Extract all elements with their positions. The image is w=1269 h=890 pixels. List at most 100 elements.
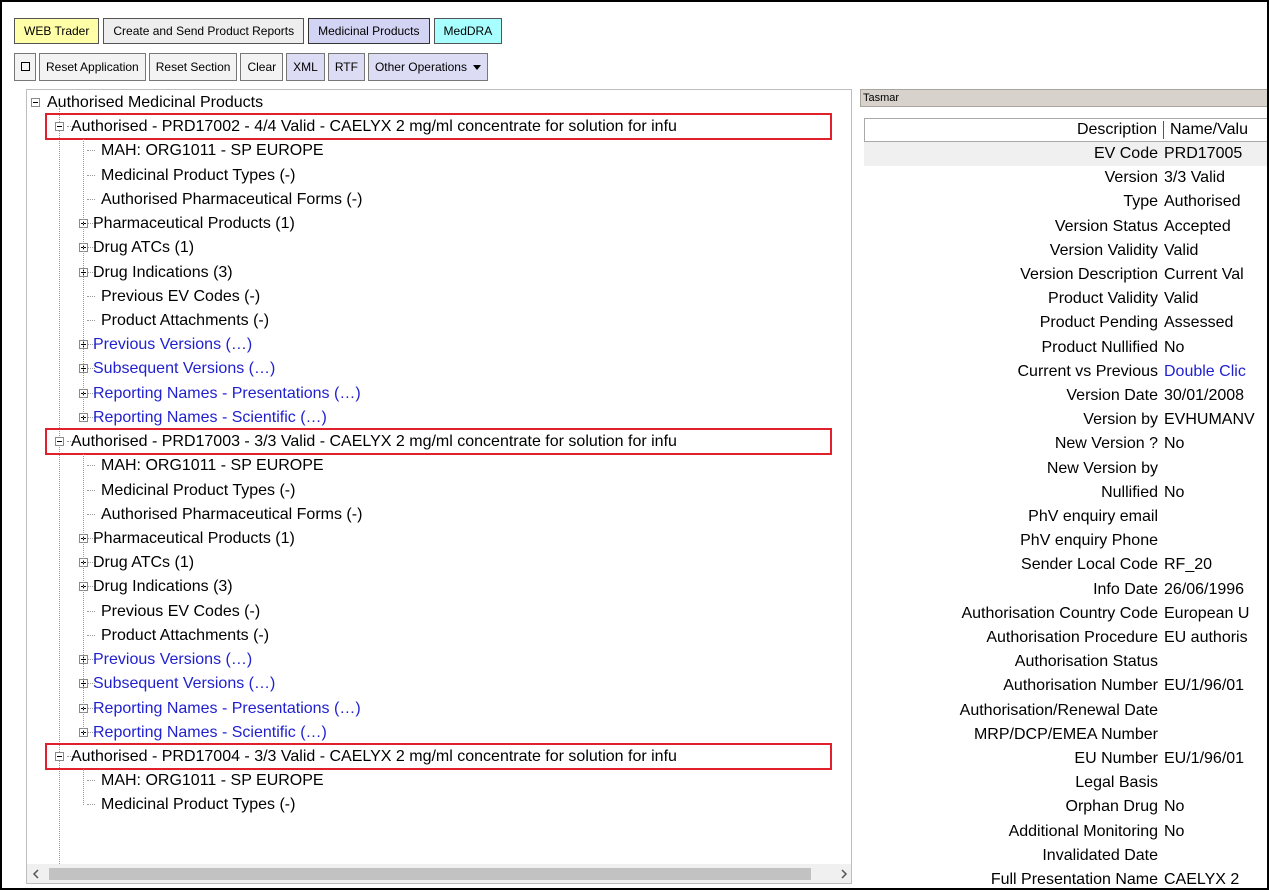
column-separator[interactable] — [1163, 121, 1164, 139]
tree-item[interactable]: Pharmaceutical Products (1) — [27, 527, 851, 551]
property-row[interactable]: Orphan Drug No — [864, 795, 1267, 819]
collapse-minus-icon[interactable] — [55, 122, 64, 131]
tree-item[interactable]: MAH: ORG1011 - SP EUROPE — [27, 139, 851, 163]
collapse-minus-icon[interactable] — [55, 437, 64, 446]
property-row[interactable]: MRP/DCP/EMEA Number — [864, 723, 1267, 747]
property-row[interactable]: EU Number EU/1/96/01 — [864, 747, 1267, 771]
tree-item[interactable]: Previous EV Codes (-) — [27, 600, 851, 624]
property-row[interactable]: Product Pending Assessed — [864, 311, 1267, 335]
tree-item[interactable]: Drug ATCs (1) — [27, 551, 851, 575]
property-row[interactable]: Authorisation Status — [864, 650, 1267, 674]
property-row[interactable]: Legal Basis — [864, 771, 1267, 795]
tree-item[interactable]: MAH: ORG1011 - SP EUROPE — [27, 454, 851, 478]
property-key: New Version ? — [1054, 435, 1158, 452]
tree-item[interactable]: Previous EV Codes (-) — [27, 285, 851, 309]
scroll-left-arrow-icon[interactable] — [31, 869, 41, 879]
collapse-minus-icon[interactable] — [31, 98, 40, 107]
property-value[interactable]: Double Clic — [1164, 360, 1246, 384]
collapse-minus-icon[interactable] — [55, 752, 64, 761]
property-row[interactable]: Current vs Previous Double Clic — [864, 360, 1267, 384]
property-row[interactable]: Type Authorised — [864, 190, 1267, 214]
tree-item[interactable]: Product Attachments (-) — [27, 309, 851, 333]
tree-item-label: Product Attachments (-) — [101, 627, 270, 644]
tree-item[interactable]: Reporting Names - Presentations (…) — [27, 697, 851, 721]
property-row[interactable]: Nullified No — [864, 481, 1267, 505]
property-row[interactable]: PhV enquiry email — [864, 505, 1267, 529]
column-header-description[interactable]: Description — [1077, 119, 1157, 141]
toggle-panel-button[interactable] — [14, 53, 36, 81]
tree-item-label: Drug Indications (3) — [93, 264, 233, 281]
property-row[interactable]: Authorisation Procedure EU authoris — [864, 626, 1267, 650]
property-key: Product Pending — [1039, 314, 1158, 331]
tree-item[interactable]: Previous Versions (…) — [27, 648, 851, 672]
tree-item[interactable]: Medicinal Product Types (-) — [27, 793, 851, 817]
tree-item[interactable]: Drug Indications (3) — [27, 575, 851, 599]
tree-item[interactable]: Authorised Pharmaceutical Forms (-) — [27, 503, 851, 527]
tab-create-send-product-reports[interactable]: Create and Send Product Reports — [103, 18, 305, 44]
tree-item-label: Subsequent Versions (…) — [93, 675, 276, 692]
tree-product-1[interactable]: Authorised - PRD17002 - 4/4 Valid - CAEL… — [27, 115, 851, 139]
horizontal-scrollbar[interactable] — [27, 864, 851, 883]
reset-application-button[interactable]: Reset Application — [39, 53, 146, 81]
tree-item[interactable]: Previous Versions (…) — [27, 333, 851, 357]
property-row[interactable]: Version Validity Valid — [864, 239, 1267, 263]
tree-item[interactable]: Medicinal Product Types (-) — [27, 164, 851, 188]
tree-item[interactable]: Subsequent Versions (…) — [27, 357, 851, 381]
clear-button[interactable]: Clear — [240, 53, 284, 81]
property-row[interactable]: Authorisation Number EU/1/96/01 — [864, 674, 1267, 698]
property-row[interactable]: Version 3/3 Valid — [864, 166, 1267, 190]
tree-item[interactable]: Pharmaceutical Products (1) — [27, 212, 851, 236]
property-value: No — [1164, 435, 1185, 452]
tree-item-label: Previous EV Codes (-) — [101, 603, 261, 620]
xml-button[interactable]: XML — [286, 53, 325, 81]
property-row[interactable]: Invalidated Date — [864, 844, 1267, 868]
reset-section-button[interactable]: Reset Section — [148, 53, 238, 81]
property-row[interactable]: Info Date 26/06/1996 — [864, 578, 1267, 602]
property-row[interactable]: New Version ? No — [864, 432, 1267, 456]
property-row[interactable]: Authorisation/Renewal Date — [864, 699, 1267, 723]
property-row[interactable]: EV Code PRD17005 — [864, 142, 1267, 166]
property-key: Nullified — [1101, 484, 1158, 501]
property-row[interactable]: Sender Local Code RF_20 — [864, 553, 1267, 577]
column-header-value[interactable]: Name/Valu — [1170, 119, 1248, 141]
tree-item-label: MAH: ORG1011 - SP EUROPE — [101, 457, 324, 474]
tree-item[interactable]: Reporting Names - Presentations (…) — [27, 382, 851, 406]
property-row[interactable]: Full Presentation Name CAELYX 2 — [864, 868, 1267, 888]
property-row[interactable]: Authorisation Country Code European U — [864, 602, 1267, 626]
tree-item[interactable]: MAH: ORG1011 - SP EUROPE — [27, 769, 851, 793]
tab-web-trader[interactable]: WEB Trader — [14, 18, 100, 44]
other-operations-dropdown[interactable]: Other Operations — [367, 53, 488, 81]
property-row[interactable]: Version Status Accepted — [864, 215, 1267, 239]
tree-item[interactable]: Drug Indications (3) — [27, 261, 851, 285]
property-row[interactable]: Product Validity Valid — [864, 287, 1267, 311]
property-row[interactable]: Product Nullified No — [864, 336, 1267, 360]
property-row[interactable]: Additional Monitoring No — [864, 820, 1267, 844]
square-icon — [20, 62, 30, 72]
tree-connector — [87, 296, 95, 297]
tree-item[interactable]: Drug ATCs (1) — [27, 236, 851, 260]
tree-product-2[interactable]: Authorised - PRD17003 - 3/3 Valid - CAEL… — [27, 430, 851, 454]
tree-item[interactable]: Reporting Names - Scientific (…) — [27, 721, 851, 745]
property-row[interactable]: Version Date 30/01/2008 — [864, 384, 1267, 408]
tree-item[interactable]: Authorised Pharmaceutical Forms (-) — [27, 188, 851, 212]
tree-item[interactable]: Product Attachments (-) — [27, 624, 851, 648]
tab-meddra[interactable]: MedDRA — [433, 18, 503, 44]
tree-connector — [87, 175, 95, 176]
rtf-button[interactable]: RTF — [327, 53, 365, 81]
property-row[interactable]: PhV enquiry Phone — [864, 529, 1267, 553]
tree-root[interactable]: Authorised Medicinal Products — [27, 91, 851, 115]
property-key: Version Description — [1020, 266, 1158, 283]
property-row[interactable]: Version by EVHUMANV — [864, 408, 1267, 432]
tree-item[interactable]: Medicinal Product Types (-) — [27, 479, 851, 503]
property-key: Product Nullified — [1041, 339, 1159, 356]
property-row[interactable]: Version Description Current Val — [864, 263, 1267, 287]
tree-product-3[interactable]: Authorised - PRD17004 - 3/3 Valid - CAEL… — [27, 745, 851, 769]
tab-medicinal-products[interactable]: Medicinal Products — [308, 18, 430, 44]
property-row[interactable]: New Version by — [864, 457, 1267, 481]
tree-item-label: Reporting Names - Scientific (…) — [93, 724, 327, 741]
property-key: Type — [1123, 193, 1158, 210]
tree-item[interactable]: Reporting Names - Scientific (…) — [27, 406, 851, 430]
scroll-right-arrow-icon[interactable] — [839, 869, 849, 879]
tree-item[interactable]: Subsequent Versions (…) — [27, 672, 851, 696]
horizontal-scroll-thumb[interactable] — [49, 868, 811, 880]
